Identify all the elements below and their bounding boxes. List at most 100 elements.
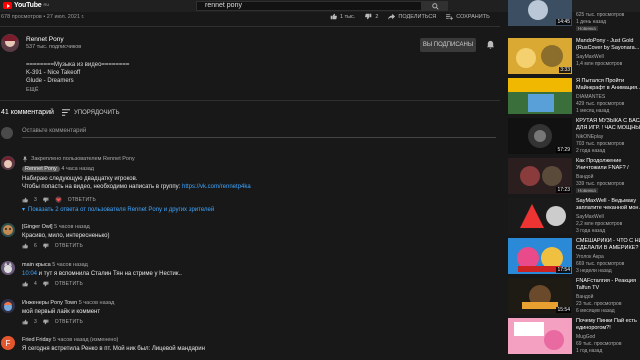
search-input[interactable]: rennet pony	[196, 1, 422, 11]
reply-button[interactable]: ОТВЕТИТЬ	[55, 281, 83, 287]
title-line: Уничтожили FNAF? /	[576, 164, 629, 171]
thumb-down-icon	[365, 13, 372, 20]
comment-actions: 4 ОТВЕТИТЬ	[22, 281, 83, 287]
view-count: 703 тыс. просмотров	[576, 141, 625, 147]
view-count: 23 тыс. просмотров	[576, 301, 622, 307]
comment-actions: 6 ОТВЕТИТЬ	[22, 243, 83, 249]
comment-line: Набираю следующую двадцатку игроков.	[22, 176, 138, 182]
logo-region: RU	[43, 1, 50, 7]
reply-button[interactable]: ОТВЕТИТЬ	[55, 319, 83, 325]
upload-date: 1 месяц назад	[576, 108, 610, 114]
add-comment-input[interactable]: Оставьте комментарий	[22, 128, 86, 134]
show-replies-button[interactable]: ▾ Показать 2 ответа от пользователя Renn…	[22, 206, 214, 214]
creator-heart-icon	[55, 196, 62, 203]
recommended-video[interactable]: 17:54 СМЕШАРИКИ - ЧТО С НИ СДЕЛАЛИ В АМЕР…	[505, 238, 640, 278]
recommended-video[interactable]: 14:45 625 тыс. просмотров 1 день назад Н…	[505, 0, 640, 40]
show-more-button[interactable]: ЕЩЁ	[26, 87, 39, 93]
author-badge[interactable]: Rennet Pony	[22, 166, 60, 172]
pinned-label: Закреплено пользователем Rennet Pony	[22, 156, 135, 162]
comment-line-with-link: Чтобы попасть на видео, необходимо напис…	[22, 183, 251, 191]
comment-time[interactable]: 5 часов назад	[54, 224, 90, 230]
upload-date: 6 месяцев назад	[576, 308, 615, 314]
comment-avatar[interactable]	[1, 156, 15, 170]
title-line: ДЛЯ ИГР. ! ЧАС МОЩНЫ...	[576, 124, 640, 131]
video-thumbnail[interactable]	[508, 198, 572, 234]
comment-avatar[interactable]: F	[1, 336, 15, 350]
comment-time[interactable]: 5 часов назад	[52, 262, 88, 268]
description-line: K-391 - Nice Takeoff	[26, 70, 81, 76]
duration-badge: 17:54	[556, 267, 571, 273]
recommended-video[interactable]: Почему Пинки Пай есть единорогом?! MugGod…	[505, 318, 640, 358]
comment-time[interactable]: 5 часов назад	[79, 300, 115, 306]
duration-badge: 14:45	[556, 19, 571, 25]
like-count: 1 тыс.	[340, 13, 356, 20]
share-button[interactable]: ПОДЕЛИТЬСЯ	[388, 13, 436, 20]
comment-avatar[interactable]	[1, 261, 15, 275]
comment-text: Я сегодня встретила Ренко в пт. Мой ник …	[22, 346, 205, 352]
pin-icon	[22, 156, 28, 162]
recommended-video[interactable]: 3:33 MandoPony - Just Gold (RusCover by S…	[505, 38, 640, 78]
views-and-date: 678 просмотров • 27 июл. 2021 г.	[1, 14, 85, 20]
recommended-video[interactable]: 15:54 FNAFсталгия - Реакция Talfun TV Ван…	[505, 278, 640, 318]
thumb-down-icon[interactable]	[42, 319, 49, 325]
dislike-button[interactable]: 2	[365, 13, 378, 20]
comment-text: 10:04 и тут я вспомнила Сталин Тян на ст…	[22, 270, 182, 278]
comment-avatar[interactable]	[1, 223, 15, 237]
reply-button[interactable]: ОТВЕТИТЬ	[55, 243, 83, 249]
video-thumbnail[interactable]: 57:29	[508, 118, 572, 154]
thumb-up-icon[interactable]	[22, 319, 28, 325]
input-underline	[22, 137, 496, 138]
video-actions: 1 тыс. 2 ПОДЕЛИТЬСЯ СОХРАНИТЬ	[330, 13, 490, 20]
comment-author[interactable]: main крыса	[22, 262, 51, 268]
comment-author[interactable]: [Ginger Owl]	[22, 224, 53, 230]
like-button[interactable]: 1 тыс.	[330, 13, 355, 20]
video-thumbnail[interactable]: 17:23	[508, 158, 572, 194]
comment-author[interactable]: Инженеры Pony Town	[22, 300, 77, 306]
comment-meta: Fried Friday 5 часов назад (изменено)	[22, 337, 118, 343]
search-button[interactable]	[422, 1, 448, 11]
save-button[interactable]: СОХРАНИТЬ	[446, 13, 490, 20]
comment-author[interactable]: Fried Friday	[22, 337, 51, 343]
video-thumbnail[interactable]	[508, 318, 572, 354]
comment-time[interactable]: 4 часа назад	[61, 166, 94, 172]
title-line: СМЕШАРИКИ - ЧТО С НИ	[576, 238, 640, 244]
subscribed-button[interactable]: ВЫ ПОДПИСАНЫ	[420, 38, 476, 52]
title-line: Майнкрафт в Анимация...	[576, 84, 640, 91]
thumb-up-icon[interactable]	[22, 243, 28, 249]
thumb-up-icon	[330, 13, 337, 20]
youtube-logo[interactable]: YouTube RU	[3, 2, 49, 9]
video-title: Я Пытался Пройти Майнкрафт в Анимация...	[576, 78, 640, 91]
caret-down-icon: ▾	[22, 207, 26, 213]
recommended-video[interactable]: 17:23 Как Продолжение Уничтожили FNAF? / …	[505, 158, 640, 198]
sort-label: УПОРЯДОЧИТЬ	[74, 109, 120, 116]
recommended-video[interactable]: Я Пытался Пройти Майнкрафт в Анимация... …	[505, 78, 640, 118]
sort-button[interactable]: УПОРЯДОЧИТЬ	[62, 109, 120, 116]
dislike-count: 2	[375, 13, 379, 20]
thumb-down-icon[interactable]	[42, 243, 49, 249]
recommended-video[interactable]: SayMaxWell - Ведьмаку заплатите чеканной …	[505, 198, 640, 238]
duration-badge: 15:54	[556, 307, 571, 313]
thumbnail-art	[508, 198, 572, 234]
recommended-video[interactable]: 57:29 КРУТАЯ МУЗЫКА С БАСА ДЛЯ ИГР. ! ЧАС…	[505, 118, 640, 158]
notification-bell-icon[interactable]	[486, 40, 495, 49]
thumb-up-icon[interactable]	[22, 197, 28, 203]
timestamp-link[interactable]: 10:04	[22, 271, 37, 277]
thumb-down-icon[interactable]	[42, 281, 49, 287]
duration-badge: 17:23	[556, 187, 571, 193]
search-icon	[432, 3, 439, 10]
thumbnail-art	[508, 78, 572, 114]
video-thumbnail[interactable]: 14:45	[508, 0, 572, 26]
video-thumbnail[interactable]: 17:54	[508, 238, 572, 274]
comment-avatar[interactable]	[1, 299, 15, 313]
thumb-up-icon[interactable]	[22, 281, 28, 287]
video-thumbnail[interactable]: 3:33	[508, 38, 572, 74]
video-thumbnail[interactable]: 15:54	[508, 278, 572, 314]
upload-date: 3 года назад	[576, 228, 606, 234]
video-thumbnail[interactable]	[508, 78, 572, 114]
vk-link[interactable]: https://vk.com/rennetp4ka	[182, 184, 251, 190]
comment-time[interactable]: 5 часов назад (изменено)	[53, 337, 118, 343]
channel-name[interactable]: Rennet Pony	[26, 36, 64, 43]
channel-avatar[interactable]	[1, 34, 19, 52]
thumb-down-icon[interactable]	[42, 197, 49, 203]
reply-button[interactable]: ОТВЕТИТЬ	[68, 197, 96, 203]
